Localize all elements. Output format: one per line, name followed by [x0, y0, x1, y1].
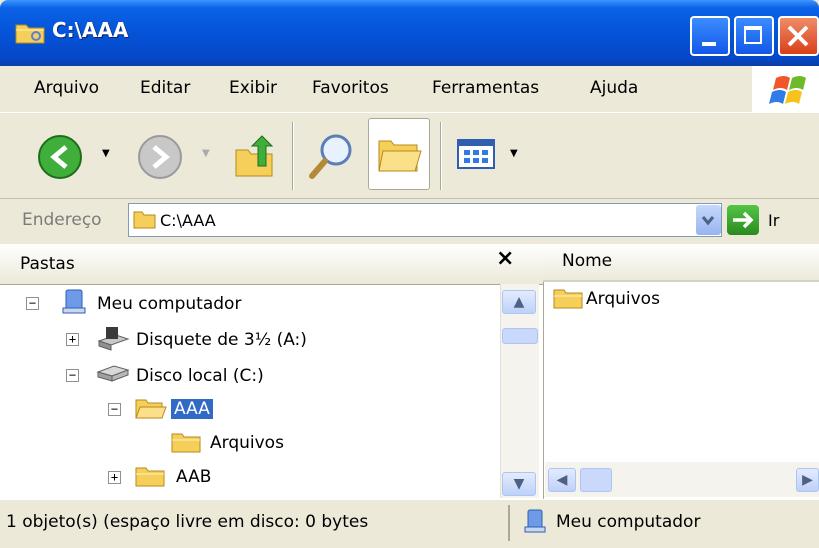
- scroll-thumb[interactable]: [502, 328, 538, 344]
- scroll-down-button[interactable]: ▼: [502, 472, 536, 496]
- tree-expander[interactable]: +: [108, 471, 121, 484]
- arrow-right-icon: [733, 211, 754, 229]
- back-button[interactable]: [36, 133, 84, 181]
- back-dropdown-icon[interactable]: ▼: [102, 148, 110, 159]
- folder-icon: [171, 433, 201, 453]
- views-icon[interactable]: [456, 138, 498, 172]
- status-divider: [508, 505, 510, 541]
- tree-expander[interactable]: −: [66, 369, 79, 382]
- folders-vertical-scrollbar[interactable]: [500, 284, 539, 498]
- menu-ferramentas[interactable]: Ferramentas: [432, 78, 539, 98]
- close-button[interactable]: [778, 16, 819, 56]
- up-folder-icon[interactable]: [232, 132, 278, 180]
- scroll-left-button[interactable]: ◀: [548, 468, 576, 492]
- hard-drive-icon: [96, 365, 130, 382]
- tree-expander[interactable]: −: [26, 297, 39, 310]
- menu-ajuda[interactable]: Ajuda: [590, 78, 638, 98]
- go-button[interactable]: [727, 205, 759, 235]
- toolbar-separator: [292, 122, 294, 190]
- close-icon: [787, 25, 809, 47]
- tree-item-disquete[interactable]: Disquete de 3½ (A:): [136, 330, 307, 350]
- tree-item-arquivos[interactable]: Arquivos: [210, 433, 284, 453]
- address-input[interactable]: [128, 203, 722, 237]
- status-text: 1 objeto(s) (espaço livre em disco: 0 by…: [6, 512, 369, 532]
- tree-item-aaa[interactable]: AAA: [171, 399, 213, 419]
- address-label: Endereço: [22, 210, 102, 230]
- computer-icon: [62, 289, 86, 314]
- folder-window-icon: [15, 24, 45, 44]
- forward-button[interactable]: [136, 133, 184, 181]
- folder-open-icon: [135, 399, 167, 419]
- tree-expander[interactable]: +: [66, 333, 79, 346]
- menu-bar: [0, 66, 819, 113]
- scroll-up-button[interactable]: ▲: [502, 290, 536, 314]
- minimize-icon: [702, 42, 716, 46]
- folder-icon: [553, 289, 583, 309]
- menu-arquivo[interactable]: Arquivo: [34, 78, 99, 98]
- address-value: C:\AAA: [160, 211, 216, 230]
- file-item-arquivos[interactable]: Arquivos: [586, 289, 660, 309]
- folders-pane-title: Pastas: [20, 254, 75, 274]
- folder-icon: [133, 211, 156, 229]
- chevron-down-icon: [701, 216, 715, 226]
- address-dropdown-button[interactable]: [696, 205, 721, 235]
- column-header-nome[interactable]: Nome: [562, 251, 612, 271]
- windows-logo: [752, 66, 819, 112]
- computer-icon: [524, 509, 546, 533]
- menu-favoritos[interactable]: Favoritos: [312, 78, 389, 98]
- horizontal-scroll-thumb[interactable]: [580, 468, 612, 492]
- search-icon[interactable]: [306, 130, 360, 182]
- maximize-button[interactable]: [734, 16, 774, 56]
- folder-icon: [135, 467, 165, 487]
- tree-item-aab[interactable]: AAB: [176, 467, 211, 487]
- go-label[interactable]: Ir: [768, 211, 779, 230]
- window-title: C:\AAA: [52, 18, 129, 42]
- folders-pane-header: [0, 244, 543, 285]
- views-dropdown-icon[interactable]: ▼: [510, 148, 518, 159]
- folders-icon: [378, 140, 422, 172]
- floppy-drive-icon: [97, 327, 130, 351]
- file-list-pane: [543, 244, 819, 499]
- forward-dropdown-icon[interactable]: ▼: [202, 148, 210, 159]
- menu-editar[interactable]: Editar: [140, 78, 190, 98]
- toolbar-separator: [440, 122, 442, 190]
- scroll-right-button[interactable]: ▶: [796, 468, 819, 492]
- tree-item-disco-local[interactable]: Disco local (C:): [136, 366, 264, 386]
- folders-pane-close-icon[interactable]: ×: [496, 246, 514, 271]
- tree-item-meu-computador[interactable]: Meu computador: [97, 294, 241, 314]
- tree-expander[interactable]: −: [108, 403, 121, 416]
- maximize-icon: [744, 26, 762, 44]
- folders-button[interactable]: [368, 118, 430, 190]
- status-location: Meu computador: [556, 512, 701, 532]
- minimize-button[interactable]: [690, 16, 730, 56]
- menu-exibir[interactable]: Exibir: [229, 78, 277, 98]
